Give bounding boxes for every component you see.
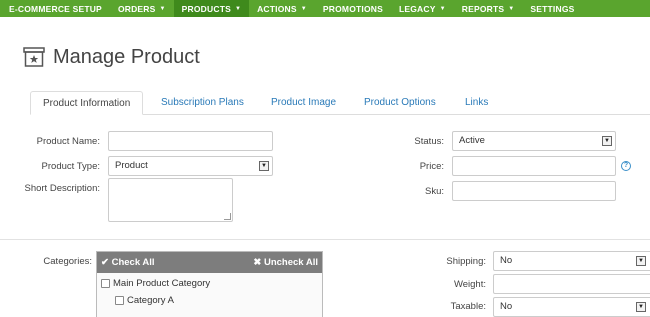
- tab-product-information[interactable]: Product Information: [30, 91, 144, 115]
- nav-item-reports[interactable]: REPORTS ▼: [454, 0, 523, 17]
- select-arrow-icon: ▼: [259, 161, 269, 171]
- nav-item-label: ACTIONS: [257, 3, 297, 14]
- resize-grip-icon[interactable]: [224, 213, 231, 220]
- section-divider: [0, 239, 650, 240]
- nav-item-ecommerce-setup[interactable]: E-COMMERCE SETUP: [0, 0, 110, 17]
- categories-label: Categories:: [43, 256, 92, 267]
- caret-down-icon: ▼: [439, 5, 446, 12]
- product-type-value: Product: [115, 160, 148, 171]
- nav-item-actions[interactable]: ACTIONS ▼: [249, 0, 315, 17]
- nav-item-products[interactable]: PRODUCTS ▼: [173, 0, 250, 17]
- caret-down-icon: ▼: [234, 5, 242, 12]
- taxable-select[interactable]: No ▼: [493, 297, 650, 317]
- category-label: Category A: [127, 295, 174, 306]
- weight-input[interactable]: [493, 274, 650, 294]
- category-label: Main Product Category: [113, 278, 211, 289]
- page-header: Manage Product: [23, 44, 200, 70]
- category-item-a[interactable]: Category A: [97, 292, 322, 309]
- caret-down-icon: ▼: [300, 5, 307, 12]
- check-all-button[interactable]: ✔ Check All: [101, 257, 155, 268]
- category-checkbox[interactable]: [115, 296, 124, 305]
- short-description-wrapper: [108, 178, 233, 222]
- top-nav-bar: E-COMMERCE SETUP ORDERS ▼ PRODUCTS ▼ ACT…: [0, 0, 650, 17]
- short-description-label: Short Description:: [24, 183, 100, 194]
- nav-item-orders[interactable]: ORDERS ▼: [110, 0, 174, 17]
- uncheck-all-button[interactable]: ✖ Uncheck All: [253, 257, 318, 268]
- caret-down-icon: ▼: [159, 5, 166, 12]
- taxable-value: No: [500, 301, 513, 312]
- nav-item-label: ORDERS: [117, 3, 156, 14]
- nav-item-label: PRODUCTS: [181, 3, 231, 14]
- tab-subscription-plans[interactable]: Subscription Plans: [161, 91, 244, 115]
- price-input[interactable]: [452, 156, 616, 176]
- tab-bar: Product Information Subscription Plans P…: [30, 91, 650, 115]
- price-label: Price:: [419, 161, 444, 172]
- nav-item-label: SETTINGS: [530, 3, 575, 14]
- categories-toolbar: ✔ Check All ✖ Uncheck All: [97, 252, 322, 273]
- sku-label: Sku:: [424, 186, 444, 197]
- shipping-select[interactable]: No ▼: [493, 251, 650, 271]
- category-checkbox[interactable]: [101, 279, 110, 288]
- help-icon[interactable]: ?: [621, 161, 631, 171]
- shipping-value: No: [500, 255, 513, 266]
- select-arrow-icon: ▼: [636, 302, 646, 312]
- select-arrow-icon: ▼: [636, 256, 646, 266]
- nav-item-label: E-COMMERCE SETUP: [9, 3, 102, 14]
- product-type-label: Product Type:: [41, 161, 100, 172]
- product-name-input[interactable]: [108, 131, 273, 151]
- nav-item-label: PROMOTIONS: [322, 3, 383, 14]
- nav-item-label: REPORTS: [461, 3, 505, 14]
- shipping-label: Shipping:: [446, 256, 486, 267]
- page-title: Manage Product: [53, 45, 200, 68]
- nav-item-promotions[interactable]: PROMOTIONS: [315, 0, 391, 17]
- product-box-icon: [23, 47, 45, 67]
- caret-down-icon: ▼: [508, 5, 515, 12]
- tab-links[interactable]: Links: [465, 91, 488, 115]
- select-arrow-icon: ▼: [602, 136, 612, 146]
- categories-checklist: ✔ Check All ✖ Uncheck All Main Product C…: [96, 251, 323, 317]
- status-label: Status:: [414, 136, 444, 147]
- short-description-textarea[interactable]: [108, 178, 233, 222]
- sku-input[interactable]: [452, 181, 616, 201]
- status-select[interactable]: Active ▼: [452, 131, 616, 151]
- tab-product-image[interactable]: Product Image: [271, 91, 336, 115]
- weight-label: Weight:: [453, 279, 486, 290]
- product-type-select[interactable]: Product ▼: [108, 156, 273, 176]
- status-value: Active: [459, 135, 485, 146]
- nav-item-settings[interactable]: SETTINGS: [522, 0, 582, 17]
- nav-item-label: LEGACY: [398, 3, 436, 14]
- taxable-label: Taxable:: [450, 301, 486, 312]
- category-item-main[interactable]: Main Product Category: [97, 275, 322, 292]
- product-name-label: Product Name:: [36, 136, 100, 147]
- tab-product-options[interactable]: Product Options: [364, 91, 436, 115]
- nav-item-legacy[interactable]: LEGACY ▼: [391, 0, 454, 17]
